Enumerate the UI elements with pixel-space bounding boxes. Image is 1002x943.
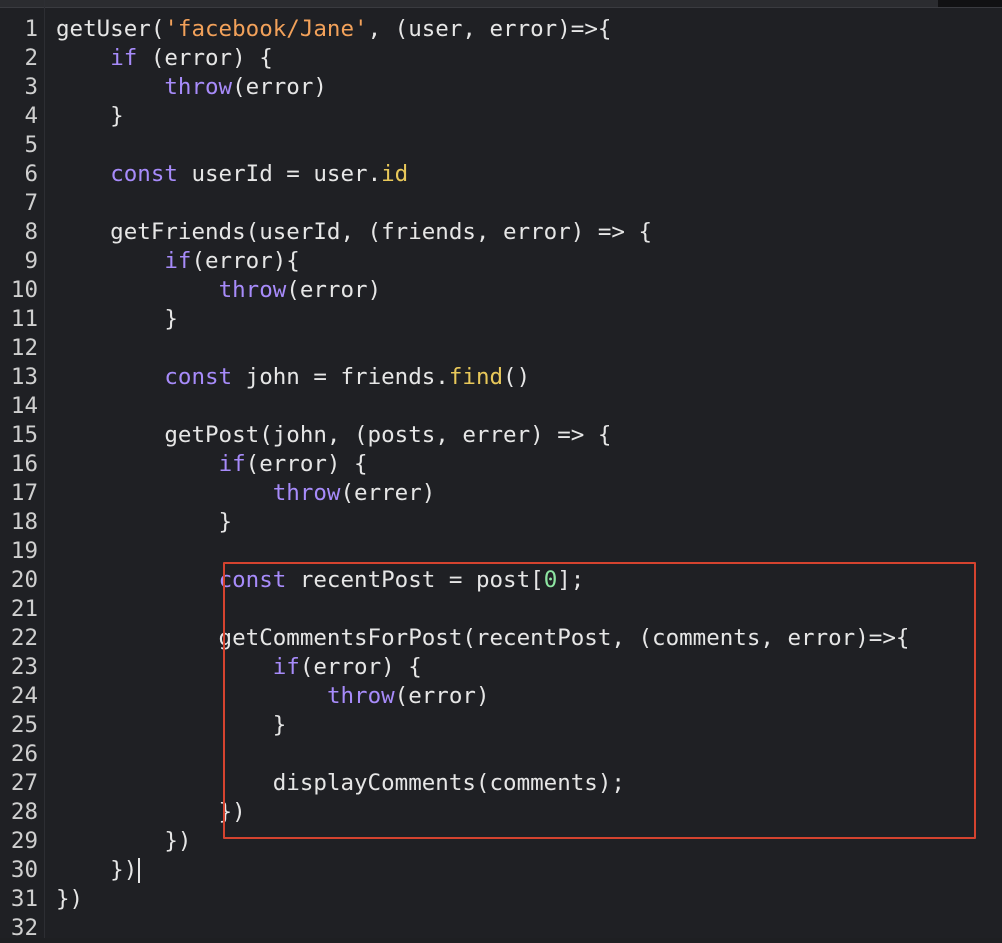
line-number: 16 — [10, 451, 38, 477]
line-number: 7 — [24, 190, 38, 216]
code-token: () — [503, 364, 531, 390]
line-number: 4 — [24, 103, 38, 129]
line-number: 26 — [10, 741, 38, 767]
line-number: 1 — [24, 16, 38, 42]
gutter-divider — [44, 0, 45, 938]
code-line[interactable]: getUser('facebook/Jane', (user, error)=>… — [56, 15, 611, 44]
code-token: getFriends(userId, (friends, error) => { — [56, 219, 653, 245]
line-number: 12 — [10, 335, 38, 361]
code-line[interactable]: }) — [56, 798, 246, 827]
code-token: throw — [164, 74, 233, 100]
editor-top-bar — [0, 0, 1002, 8]
code-token: userId = user. — [177, 161, 382, 187]
code-token: (error) — [232, 74, 327, 100]
line-number: 13 — [10, 364, 38, 390]
line-number: 18 — [10, 509, 38, 535]
highlight-annotation-box — [223, 562, 976, 839]
code-token: throw — [218, 277, 287, 303]
code-token: if — [218, 451, 246, 477]
line-number: 3 — [24, 74, 38, 100]
code-line[interactable]: throw(error) — [56, 73, 327, 102]
code-token: john = friends. — [232, 364, 449, 390]
line-number: 27 — [10, 770, 38, 796]
line-number: 17 — [10, 480, 38, 506]
code-token: (error) — [286, 277, 382, 303]
code-line[interactable]: }) — [56, 856, 137, 885]
code-token: 'facebook/Jane' — [164, 16, 368, 42]
code-token: (error){ — [191, 248, 300, 274]
code-line[interactable]: if(error){ — [56, 247, 300, 276]
code-token: , (user, error)=>{ — [367, 16, 612, 42]
code-line[interactable]: getFriends(userId, (friends, error) => { — [56, 218, 652, 247]
code-line[interactable]: }) — [56, 827, 191, 856]
code-token: throw — [272, 480, 341, 506]
line-number: 25 — [10, 712, 38, 738]
line-number: 9 — [24, 248, 38, 274]
code-token: (error) { — [137, 45, 273, 71]
code-token: } — [56, 509, 233, 535]
line-number: 32 — [10, 915, 38, 941]
code-token: (error) { — [245, 451, 368, 477]
line-number: 8 — [24, 219, 38, 245]
code-line[interactable]: if (error) { — [56, 44, 273, 73]
code-token: if — [164, 248, 192, 274]
line-number: 19 — [10, 538, 38, 564]
line-number: 5 — [24, 132, 38, 158]
code-line[interactable]: } — [56, 102, 124, 131]
line-number-gutter: 1 2 3 4 5 6 7 8 9 10 11 12 13 14 15 16 17 18 19 20 21 22 23 24 2… — [0, 15, 44, 941]
line-number: 28 — [10, 799, 38, 825]
code-line[interactable]: getPost(john, (posts, errer) => { — [56, 421, 611, 450]
code-token: const — [164, 364, 233, 390]
line-number: 21 — [10, 596, 38, 622]
text-cursor — [138, 858, 141, 883]
line-number: 31 — [10, 886, 38, 912]
code-line[interactable]: }) — [56, 885, 83, 914]
code-token: getUser( — [56, 16, 165, 42]
code-line[interactable]: const userId = user.id — [56, 160, 408, 189]
code-line[interactable]: throw(error) — [56, 276, 382, 305]
line-number: 14 — [10, 393, 38, 419]
code-token: }) — [56, 828, 192, 854]
line-number: 15 — [10, 422, 38, 448]
line-number: 23 — [10, 654, 38, 680]
code-line[interactable]: if(error) { — [56, 450, 368, 479]
code-editor[interactable]: 1 2 3 4 5 6 7 8 9 10 11 12 13 14 15 16 17 18 19 20 21 22 23 24 2… — [0, 0, 1002, 941]
line-number: 6 — [24, 161, 38, 187]
line-number: 30 — [10, 857, 38, 883]
line-number: 2 — [24, 45, 38, 71]
code-token: } — [56, 306, 178, 332]
code-line[interactable]: const john = friends.find() — [56, 363, 530, 392]
code-token: const — [110, 161, 178, 187]
code-token: (errer) — [340, 480, 436, 506]
code-line[interactable]: } — [56, 305, 178, 334]
top-bar-dark-segment — [938, 0, 1002, 7]
code-token: getPost(john, (posts, errer) => { — [56, 422, 612, 448]
line-number: 10 — [10, 277, 38, 303]
line-number: 11 — [10, 306, 38, 332]
line-number: 22 — [10, 625, 38, 651]
code-token: id — [381, 161, 409, 187]
line-number: 20 — [10, 567, 38, 593]
line-number: 29 — [10, 828, 38, 854]
code-line[interactable]: } — [56, 508, 233, 537]
code-token: if — [110, 45, 138, 71]
code-token: }) — [56, 799, 246, 825]
code-token: }) — [56, 857, 138, 883]
code-token: }) — [56, 886, 84, 912]
line-number: 24 — [10, 683, 38, 709]
code-token: find — [448, 364, 504, 390]
code-token: } — [56, 103, 124, 129]
code-line[interactable]: throw(errer) — [56, 479, 436, 508]
